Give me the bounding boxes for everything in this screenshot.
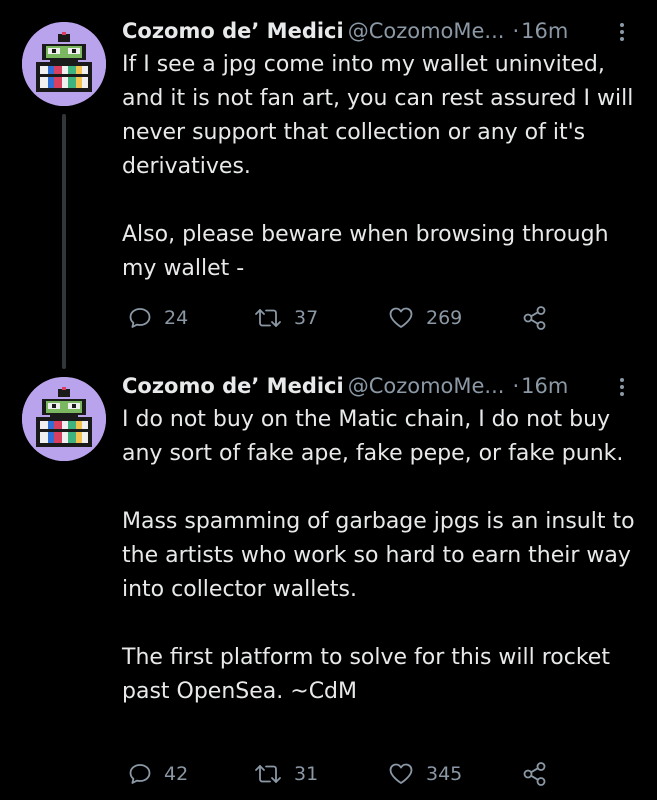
reply-button[interactable]: 24 (128, 304, 188, 332)
share-nodes-icon (523, 762, 546, 786)
timestamp[interactable]: 16m (521, 374, 568, 398)
separator-dot: · (512, 374, 520, 398)
reply-button[interactable]: 42 (128, 760, 188, 788)
separator-dot: · (512, 19, 520, 43)
author-name[interactable]: Cozomo de’ Medici (122, 374, 344, 398)
retweet-button[interactable]: 31 (254, 760, 318, 788)
avatar[interactable] (22, 22, 106, 106)
retweet-arrows-icon (255, 765, 281, 783)
vertical-ellipsis-icon[interactable] (618, 376, 626, 398)
tweet-header: Cozomo de’ Medici @CozomoMe... ·16m (122, 16, 637, 46)
tweet-actions: 42 31 345 (122, 760, 562, 788)
share-nodes-icon (523, 306, 546, 330)
thread-line (62, 114, 66, 369)
like-count: 345 (426, 763, 463, 785)
author-handle[interactable]: @CozomoMe... (348, 374, 505, 398)
author-name[interactable]: Cozomo de’ Medici (122, 19, 344, 43)
reply-count: 24 (164, 307, 189, 329)
tweet-2[interactable]: Cozomo de’ Medici @CozomoMe... ·16m I do n… (0, 355, 657, 800)
like-button[interactable]: 269 (388, 304, 462, 332)
author-handle[interactable]: @CozomoMe... (348, 19, 505, 43)
like-button[interactable]: 345 (388, 760, 462, 788)
tweet-paragraph: Mass spamming of garbage jpgs is an insu… (122, 509, 635, 602)
speech-bubble-icon (129, 308, 151, 328)
speech-bubble-icon (129, 764, 151, 784)
tweet-header: Cozomo de’ Medici @CozomoMe... ·16m (122, 371, 637, 401)
tweet-paragraph: Also, please beware when browsing throug… (122, 222, 609, 281)
tweet-text: I do not buy on the Matic chain, I do no… (122, 403, 642, 709)
share-button[interactable] (522, 760, 548, 788)
heart-icon (389, 307, 413, 328)
pixel-art-frog-avatar-icon (22, 22, 106, 106)
retweet-count: 31 (294, 763, 319, 785)
vertical-ellipsis-icon[interactable] (618, 21, 626, 43)
tweet-paragraph: The first platform to solve for this wil… (122, 645, 610, 704)
avatar[interactable] (22, 377, 106, 461)
tweet-text: If I see a jpg come into my wallet uninv… (122, 48, 642, 286)
tweet-1[interactable]: Cozomo de’ Medici @CozomoMe... ·16m If I s… (0, 0, 657, 369)
pixel-art-frog-avatar-icon (22, 377, 106, 461)
retweet-arrows-icon (255, 309, 281, 327)
tweet-paragraph: If I see a jpg come into my wallet uninv… (122, 52, 634, 179)
timestamp[interactable]: 16m (521, 19, 568, 43)
like-count: 269 (426, 307, 463, 329)
retweet-count: 37 (294, 307, 319, 329)
tweet-paragraph: I do not buy on the Matic chain, I do no… (122, 407, 624, 466)
retweet-button[interactable]: 37 (254, 304, 318, 332)
reply-count: 42 (164, 763, 189, 785)
heart-icon (389, 763, 413, 784)
tweet-actions: 24 37 269 (122, 304, 562, 332)
share-button[interactable] (522, 304, 548, 332)
